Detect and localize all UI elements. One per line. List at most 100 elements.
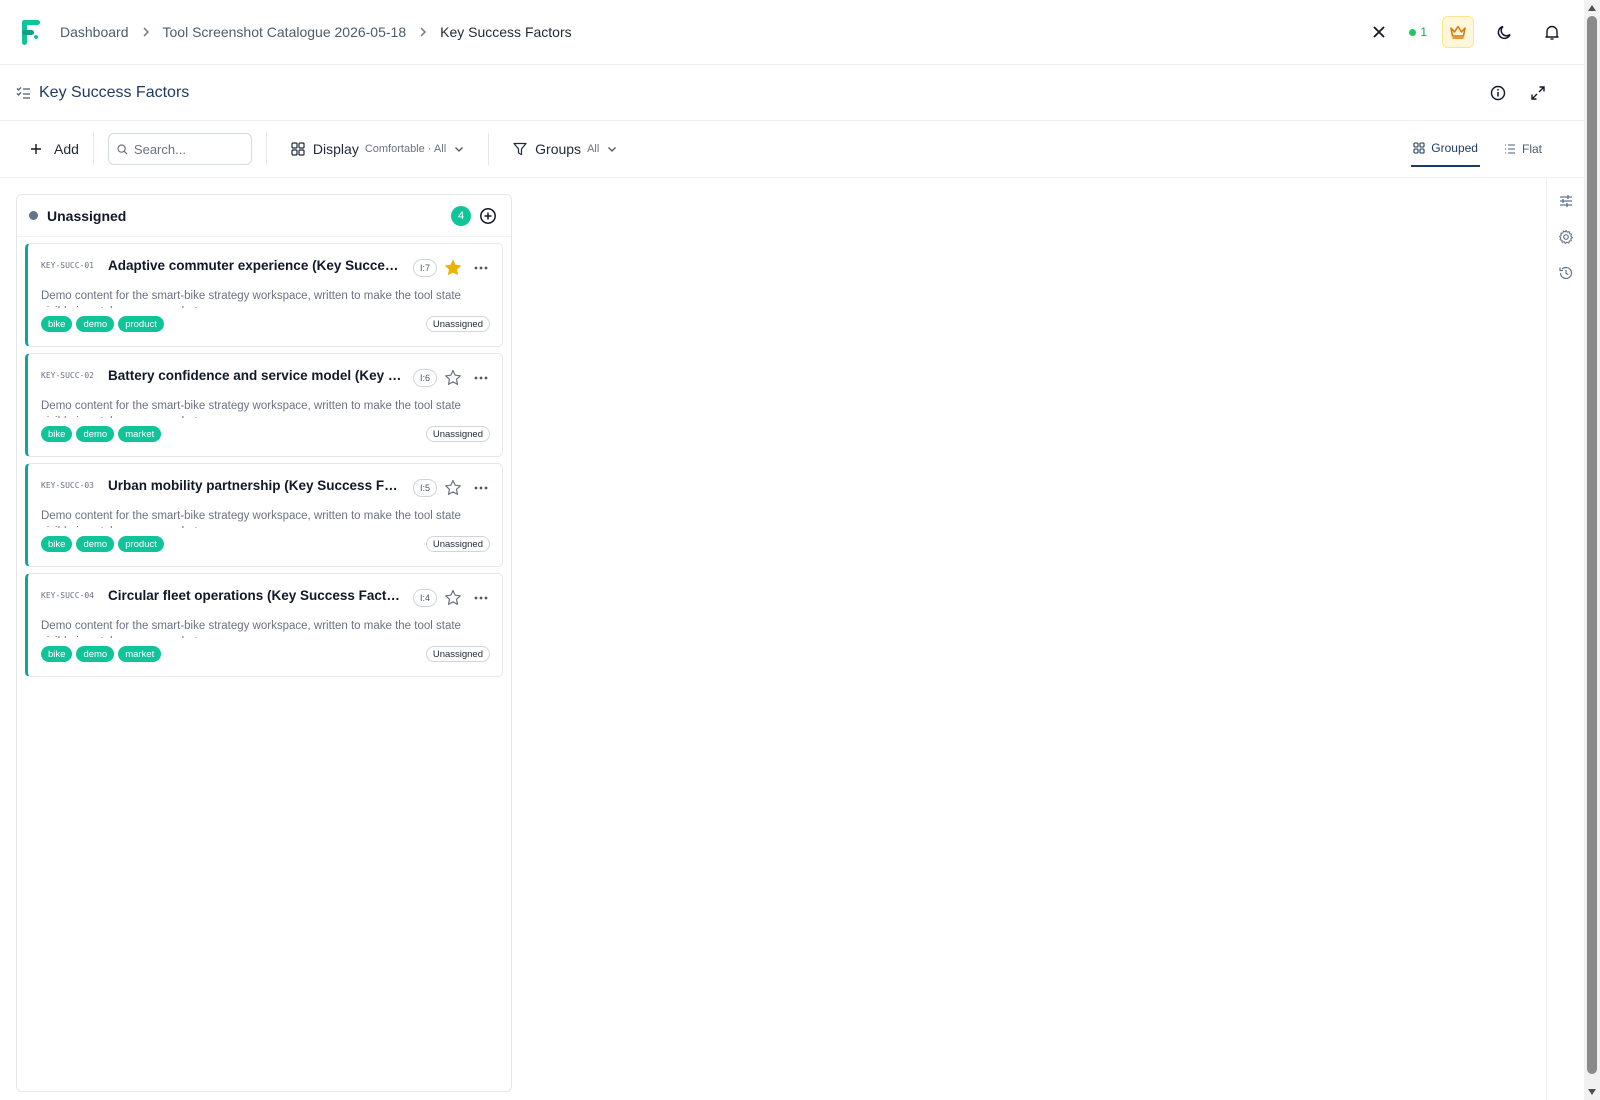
group-color-dot [29,211,38,220]
card-id: KEY-SUCC-02 [41,371,94,380]
right-rail [1546,178,1584,1100]
card-description: Demo content for the smart-bike strategy… [41,510,461,528]
view-flat-tab[interactable]: Flat [1502,131,1544,167]
display-label: Display [312,141,359,157]
search-input[interactable] [133,141,244,157]
item-card[interactable]: KEY-SUCC-01 Adaptive commuter experience… [25,243,503,347]
premium-button[interactable] [1442,16,1474,48]
group-count-badge: 4 [451,206,471,226]
history-button[interactable] [1555,262,1577,284]
info-icon [1490,85,1506,101]
checklist-icon [16,87,30,99]
breadcrumb-current: Key Success Factors [440,24,572,40]
status-badge[interactable]: Unassigned [425,646,490,662]
card-title[interactable]: Adaptive commuter experience (Key Succes… [108,258,404,273]
card-description: Demo content for the smart-bike strategy… [41,620,461,638]
more-icon[interactable] [472,370,490,386]
chevron-right-icon [420,27,427,37]
theme-toggle-button[interactable] [1489,16,1521,48]
page-scrollbar[interactable] [1584,0,1600,1100]
expand-icon [1531,86,1545,100]
chevron-down-icon [608,147,617,152]
moon-icon [1497,25,1511,40]
tag[interactable]: market [118,646,162,662]
scroll-up-arrow[interactable] [1588,5,1596,11]
add-label: Add [54,141,79,157]
item-card[interactable]: KEY-SUCC-02 Battery confidence and servi… [25,353,503,457]
breadcrumb-catalogue[interactable]: Tool Screenshot Catalogue 2026-05-18 [163,24,407,40]
settings-button[interactable] [1555,226,1577,248]
plus-icon [31,144,41,154]
tag[interactable]: demo [76,316,115,332]
impact-badge: I:6 [413,369,437,387]
grid-icon [1413,142,1425,154]
online-dot [1409,28,1417,36]
item-card[interactable]: KEY-SUCC-03 Urban mobility partnership (… [25,463,503,567]
card-tags: bike demo market [41,426,165,442]
close-icon [1373,26,1385,38]
tag[interactable]: demo [76,536,115,552]
top-actions: 1 [1348,0,1568,64]
view-toggle: Grouped Flat [1389,131,1544,167]
search-box[interactable] [107,133,252,165]
scroll-down-arrow[interactable] [1588,1089,1596,1095]
display-button[interactable]: Display Comfortable · All [291,141,464,157]
chevron-down-icon [455,147,464,152]
card-tags: bike demo product [41,316,168,332]
tag[interactable]: product [118,536,164,552]
status-badge[interactable]: Unassigned [425,316,490,332]
scroll-thumb[interactable] [1587,16,1597,1074]
online-status[interactable]: 1 [1409,25,1427,39]
crown-icon [1450,25,1466,39]
tag[interactable]: bike [41,536,73,552]
add-button[interactable]: Add [30,141,79,157]
tag[interactable]: demo [76,426,115,442]
star-outline-icon[interactable] [444,479,462,497]
tag[interactable]: market [118,426,162,442]
star-outline-icon[interactable] [444,369,462,387]
view-flat-label: Flat [1521,142,1542,156]
grid-icon [291,142,305,156]
card-title[interactable]: Urban mobility partnership (Key Success … [108,478,404,493]
impact-badge: I:7 [413,259,437,277]
app-logo[interactable] [20,17,42,47]
view-grouped-tab[interactable]: Grouped [1411,131,1480,167]
breadcrumb-dashboard[interactable]: Dashboard [60,24,129,40]
star-outline-icon[interactable] [444,589,462,607]
more-icon[interactable] [472,260,490,276]
group-header: Unassigned 4 [17,195,511,237]
groups-value: All [587,143,600,155]
expand-button[interactable] [1522,77,1554,109]
sliders-icon [1559,195,1572,207]
star-filled-icon[interactable] [444,259,462,277]
top-bar: Dashboard Tool Screenshot Catalogue 2026… [0,0,1584,65]
status-badge[interactable]: Unassigned [425,536,490,552]
sliders-button[interactable] [1555,190,1577,212]
impact-badge: I:4 [413,589,437,607]
tag[interactable]: product [118,316,164,332]
close-button[interactable] [1363,16,1395,48]
card-title[interactable]: Battery confidence and service model (Ke… [108,368,404,383]
tag[interactable]: demo [76,646,115,662]
status-badge[interactable]: Unassigned [425,426,490,442]
card-description: Demo content for the smart-bike strategy… [41,400,461,418]
notifications-button[interactable] [1536,16,1568,48]
info-button[interactable] [1482,77,1514,109]
add-circle-icon[interactable] [479,207,497,225]
chevron-right-icon [143,27,149,37]
more-icon[interactable] [472,590,490,606]
tag[interactable]: bike [41,426,73,442]
impact-badge: I:5 [413,479,437,497]
card-id: KEY-SUCC-03 [41,481,94,490]
group-column-unassigned: Unassigned 4 KEY-SUCC-01 Adaptive commut… [16,194,512,1092]
groups-button[interactable]: Groups All [513,141,617,157]
more-icon[interactable] [472,480,490,496]
card-tags: bike demo market [41,646,165,662]
card-title[interactable]: Circular fleet operations (Key Success F… [108,588,404,603]
page-header: Key Success Factors [0,65,1584,121]
tag[interactable]: bike [41,316,73,332]
tag[interactable]: bike [41,646,73,662]
item-card[interactable]: KEY-SUCC-04 Circular fleet operations (K… [25,573,503,677]
card-tags: bike demo product [41,536,168,552]
card-description: Demo content for the smart-bike strategy… [41,290,461,308]
